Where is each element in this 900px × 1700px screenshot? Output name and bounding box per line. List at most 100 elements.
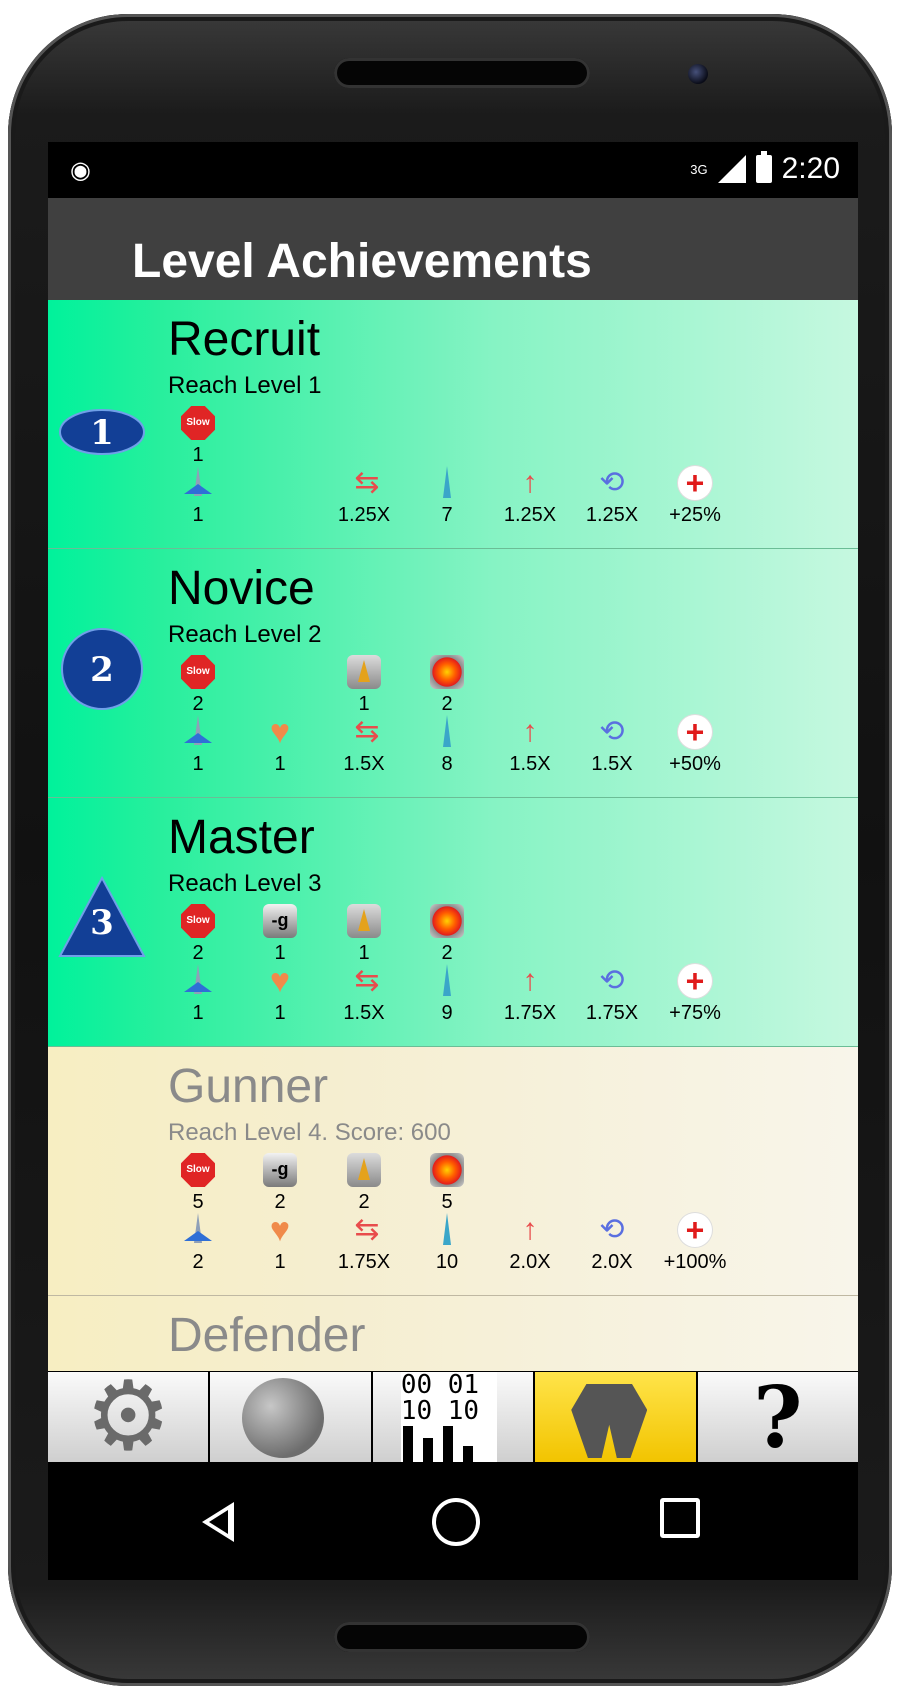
tab-achievements[interactable] [535,1372,698,1462]
achievement-requirement: Reach Level 1 [168,372,322,399]
reload-clock-icon: ⟲ [599,964,625,997]
reward-value: 2 [441,693,453,715]
reward-value: 1.75X [503,1002,557,1024]
level-badge-icon: 2 [58,628,146,710]
rocket-icon [437,466,457,500]
slow-icon: Slow [181,655,215,689]
achievement-requirement: Reach Level 4. Score: 600 [168,1119,451,1146]
reload-clock-icon: ⟲ [599,1213,625,1246]
reward-value: 2 [192,1251,204,1273]
reward-value: 1 [358,693,370,715]
reward-value: 1.25X [337,504,391,526]
reload-clock-icon: ⟲ [599,715,625,748]
launcher-icon [347,904,381,938]
ship-icon [182,1213,214,1247]
reward-value: 1.5X [591,753,633,775]
reward-value: 5 [441,1191,453,1213]
reward-item: -g 2 [236,1153,324,1214]
gravity-icon: -g [263,1153,297,1187]
reward-value: 10 [435,1251,459,1273]
reward-item: Slow 1 [154,406,242,467]
clock: 2:20 [781,152,840,185]
reward-item: Slow 5 [154,1153,242,1214]
reward-item: + +75% [651,964,739,1025]
reward-value: 1 [192,753,204,775]
achievement-requirement: Reach Level 2 [168,621,322,648]
health-plus-icon: + [678,466,712,500]
reward-item: 2 [403,655,491,716]
reward-item: 1 [154,715,242,776]
settings-gear-icon: ⚙ [85,1372,172,1462]
back-button[interactable] [198,1498,248,1548]
reward-value: 7 [441,504,453,526]
reward-value: 5 [192,1191,204,1213]
reward-value: 1.5X [343,1002,385,1024]
reward-item: ⟲ 1.75X [568,964,656,1025]
achievement-title: Gunner [168,1060,329,1113]
reward-value: 1 [192,504,204,526]
reward-item: ⇆ 1.5X [320,964,408,1025]
home-button[interactable] [432,1498,480,1546]
health-plus-icon: + [678,964,712,998]
achievement-row[interactable]: 1 Recruit Reach Level 1 Slow 1 1 ⇆ 1.25X 7 ↑ 1.25X… [48,300,858,549]
tab-play[interactable] [210,1372,373,1462]
status-bar: ◉ 3G 2:20 [48,142,858,198]
badge-number: 1 [90,413,114,453]
reward-value: 1.75X [337,1251,391,1273]
rocket-icon [437,964,457,998]
reward-item: Slow 2 [154,655,242,716]
reward-value: 1.5X [343,753,385,775]
slow-icon: Slow [181,406,215,440]
reward-item: 7 [403,466,491,527]
reward-item: + +100% [651,1213,739,1274]
tab-scores[interactable]: 00 01 10 10 [372,1372,536,1462]
tab-settings[interactable]: ⚙ [48,1372,211,1462]
achievement-row[interactable]: 2 Novice Reach Level 2 Slow 2 1 2 1 ♥ 1 ⇆ 1.5X 8 ↑ 1.5… [48,549,858,798]
reward-item: ⇆ 1.75X [320,1213,408,1274]
reward-item: + +50% [651,715,739,776]
reward-value: 1 [274,753,286,775]
achievement-requirement: Reach Level 3 [168,870,322,897]
reward-value: 2.0X [509,1251,551,1273]
launcher-icon [347,1153,381,1187]
reward-value: 1 [192,444,204,466]
page-title: Level Achievements [132,235,592,288]
reward-value: 2.0X [591,1251,633,1273]
reward-value: 2 [192,942,204,964]
achievement-row[interactable]: Gunner Reach Level 4. Score: 600 Slow 5 -g 2 2… [48,1047,858,1296]
slow-icon: Slow [181,1153,215,1187]
reward-item: 1 [154,964,242,1025]
tab-help[interactable]: ? [697,1372,858,1462]
rocket-speed-icon: ↑ [522,466,538,499]
reward-item: 2 [403,904,491,965]
recents-button[interactable] [660,1498,700,1538]
reward-value: 2 [358,1191,370,1213]
rocket-icon [437,715,457,749]
reward-item: ⇆ 1.25X [320,466,408,527]
app-bar: Level Achievements [48,198,858,300]
ship-icon [182,964,214,998]
speed-arrows-icon: ⇆ [354,466,379,499]
system-nav-bar [48,1462,858,1580]
device-screen: ◉ 3G 2:20 Level Achievements 1 Recruit Rea… [48,142,858,1580]
achievement-title: Recruit [168,313,321,366]
reward-value: +75% [669,1002,721,1024]
reward-item: 9 [403,964,491,1025]
heart-icon: ♥ [269,1211,291,1249]
help-question-icon: ? [753,1372,803,1462]
reward-item: 1 [320,655,408,716]
achievement-row[interactable]: Defender [48,1296,858,1371]
launcher-icon [347,655,381,689]
moon-ship-icon [242,1378,325,1458]
speed-arrows-icon: ⇆ [354,1213,379,1246]
achievement-row[interactable]: 3 Master Reach Level 3 Slow 2 -g 1 1 2 1 ♥ 1 ⇆ 1.5X 9 ↑… [48,798,858,1047]
reward-item: 10 [403,1213,491,1274]
reward-value: 1.25X [503,504,557,526]
achievement-title: Novice [168,562,315,615]
achievement-list[interactable]: 1 Recruit Reach Level 1 Slow 1 1 ⇆ 1.25X 7 ↑ 1.25X… [48,300,858,1371]
badge-number: 3 [90,903,114,943]
earpiece-speaker [334,58,590,88]
scores-binary-chart-icon: 00 01 10 10 [400,1372,497,1462]
reward-item: ↑ 2.0X [486,1213,574,1274]
front-camera [688,64,708,84]
